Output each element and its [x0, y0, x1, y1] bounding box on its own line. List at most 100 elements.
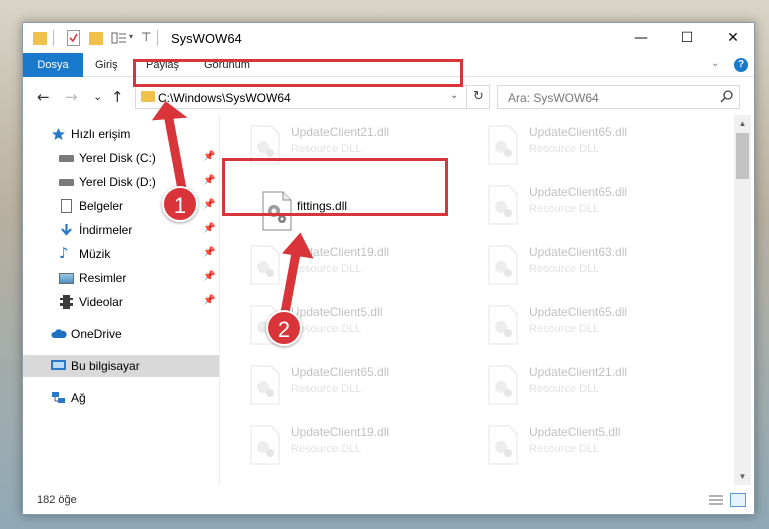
pictures-icon [59, 273, 74, 284]
pin-icon[interactable]: 📌 [203, 271, 215, 282]
downloads-icon [59, 223, 74, 237]
file-item[interactable]: UpdateClient5.dll Resource DLL [479, 419, 709, 471]
scroll-down-icon[interactable]: ▼ [734, 468, 751, 485]
dll-file-icon [487, 305, 519, 345]
file-highlight-box [222, 158, 448, 216]
file-name: UpdateClient19.dll [291, 425, 390, 439]
pin-icon[interactable]: 📌 [203, 223, 215, 234]
address-bar[interactable]: C:\Windows\SysWOW64 ⌄ ↻ [135, 85, 490, 109]
sidebar-item-label: Resimler [79, 271, 127, 285]
file-name: UpdateClient5.dll [529, 425, 621, 439]
customize-toolbar-icon[interactable]: ⊤ [141, 30, 151, 46]
file-name: UpdateClient65.dll [291, 365, 390, 379]
details-view-icon[interactable] [708, 494, 724, 507]
step-1-badge: 1 [162, 186, 198, 222]
dll-file-icon [487, 245, 519, 285]
search-input[interactable]: Ara: SysWOW64 [508, 91, 599, 105]
videos-icon [60, 295, 73, 309]
sidebar-item-videos[interactable]: Videolar 📌 [23, 291, 219, 313]
vertical-scrollbar[interactable]: ▲ ▼ [734, 115, 751, 485]
view-list-icon[interactable] [111, 30, 127, 46]
file-item[interactable]: UpdateClient63.dll Resource DLL [479, 239, 709, 291]
file-item[interactable]: UpdateClient19.dll Resource DLL [241, 239, 471, 291]
search-box[interactable]: Ara: SysWOW64 [497, 85, 740, 109]
pin-icon[interactable]: 📌 [203, 151, 215, 162]
dll-file-icon [487, 125, 519, 165]
chevron-down-icon[interactable]: ⌄ [450, 90, 458, 101]
pin-icon[interactable]: 📌 [203, 247, 215, 258]
file-item[interactable]: UpdateClient19.dll Resource DLL [241, 419, 471, 471]
star-icon [51, 127, 66, 141]
window-title: SysWOW64 [171, 31, 242, 46]
documents-icon [61, 199, 72, 213]
file-type: Resource DLL [529, 143, 600, 155]
sidebar-item-label: Yerel Disk (D:) [79, 175, 156, 189]
file-item[interactable]: UpdateClient65.dll Resource DLL [479, 299, 709, 351]
file-name: UpdateClient5.dll [291, 305, 383, 319]
network-icon [51, 391, 66, 405]
file-type: Resource DLL [529, 203, 600, 215]
search-icon[interactable] [720, 89, 734, 106]
dll-file-icon [487, 365, 519, 405]
sidebar-item-label: Bu bilgisayar [71, 359, 140, 373]
file-type: Resource DLL [291, 143, 362, 155]
minimize-button[interactable]: — [618, 23, 664, 53]
step-2-badge: 2 [266, 310, 302, 346]
pane-divider[interactable] [219, 115, 220, 485]
drive-icon [59, 179, 74, 186]
refresh-button[interactable]: ↻ [466, 86, 490, 108]
dll-file-icon [487, 185, 519, 225]
maximize-button[interactable]: ☐ [664, 23, 710, 53]
address-path[interactable]: C:\Windows\SysWOW64 [158, 91, 291, 105]
forward-button[interactable]: → [65, 88, 78, 106]
sidebar-item-onedrive[interactable]: OneDrive [23, 323, 219, 345]
sidebar-item-music[interactable]: ♪ Müzik 📌 [23, 243, 219, 265]
scrollbar-thumb[interactable] [736, 133, 749, 179]
sidebar-item-downloads[interactable]: İndirmeler 📌 [23, 219, 219, 241]
status-bar: 182 öğe [23, 488, 754, 514]
dll-file-icon [249, 245, 281, 285]
file-type: Resource DLL [529, 323, 600, 335]
sidebar-item-label: Hızlı erişim [71, 127, 131, 141]
file-item[interactable]: UpdateClient65.dll Resource DLL [241, 359, 471, 411]
file-name: UpdateClient63.dll [529, 245, 628, 259]
up-button[interactable]: ↑ [111, 88, 124, 106]
recent-locations-button[interactable]: ⌄ [93, 90, 102, 103]
file-type: Resource DLL [529, 383, 600, 395]
file-type: Resource DLL [529, 263, 600, 275]
folder-icon [33, 32, 47, 45]
scroll-up-icon[interactable]: ▲ [734, 115, 751, 132]
help-button[interactable]: ? [734, 58, 748, 72]
sidebar-item-this-pc[interactable]: Bu bilgisayar [23, 355, 219, 377]
back-button[interactable]: ← [37, 88, 50, 106]
sidebar-item-label: OneDrive [71, 327, 122, 341]
dll-file-icon [249, 365, 281, 405]
file-name: UpdateClient21.dll [529, 365, 628, 379]
sidebar-item-label: Ağ [71, 391, 86, 405]
pin-icon[interactable]: 📌 [203, 295, 215, 306]
file-item[interactable]: UpdateClient21.dll Resource DLL [479, 359, 709, 411]
expand-ribbon-icon[interactable]: ⌄ [711, 58, 719, 69]
properties-icon[interactable] [67, 30, 80, 46]
pin-icon[interactable]: 📌 [203, 175, 215, 186]
file-item[interactable]: UpdateClient65.dll Resource DLL [479, 179, 709, 231]
large-icons-view-icon[interactable] [730, 493, 746, 507]
separator [53, 30, 54, 46]
view-dropdown-icon[interactable]: ▾ [129, 32, 133, 48]
tab-dosya[interactable]: Dosya [23, 53, 83, 77]
file-name: UpdateClient65.dll [529, 185, 628, 199]
pin-icon[interactable]: 📌 [203, 199, 215, 210]
tab-giris[interactable]: Giriş [95, 53, 118, 77]
new-folder-icon[interactable] [89, 32, 103, 45]
file-item[interactable]: UpdateClient65.dll Resource DLL [479, 119, 709, 171]
navigation-pane: Hızlı erişim Yerel Disk (C:) 📌 Yerel Dis… [23, 115, 219, 485]
sidebar-item-local-disk-c[interactable]: Yerel Disk (C:) 📌 [23, 147, 219, 169]
sidebar-item-pictures[interactable]: Resimler 📌 [23, 267, 219, 289]
folder-icon [141, 91, 155, 102]
file-name: UpdateClient65.dll [529, 305, 628, 319]
sidebar-item-network[interactable]: Ağ [23, 387, 219, 409]
address-highlight-box [133, 59, 463, 87]
close-button[interactable]: ✕ [710, 23, 756, 53]
sidebar-item-quick-access[interactable]: Hızlı erişim [23, 123, 219, 145]
cloud-icon [51, 327, 67, 341]
